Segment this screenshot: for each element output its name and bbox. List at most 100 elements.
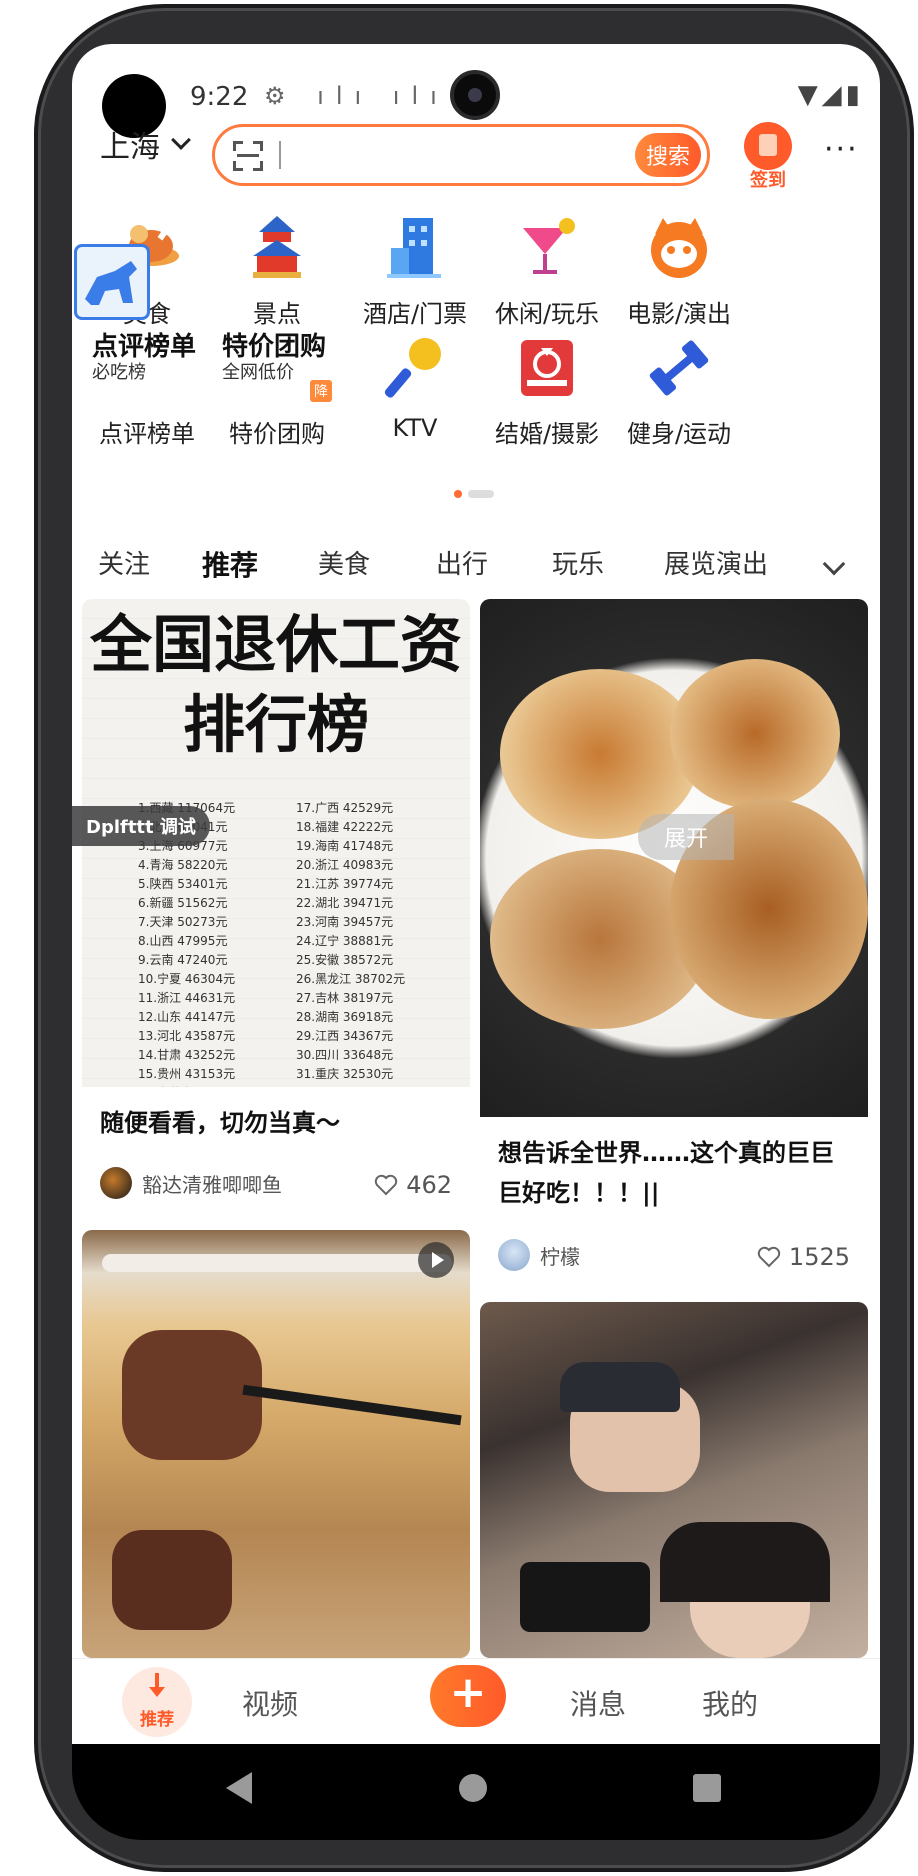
hotel-building-icon — [379, 212, 451, 284]
salary-list-item: 12.山东 44147元 — [138, 1010, 236, 1024]
category-rankings[interactable]: 点评榜单 必吃榜 点评榜单 — [72, 332, 222, 449]
category-pager — [454, 490, 494, 498]
tab-travel[interactable]: 出行 — [436, 544, 488, 581]
debug-overlay-label[interactable]: Dplfttt 调试 — [72, 806, 210, 846]
tab-fun[interactable]: 玩乐 — [552, 544, 604, 581]
publish-plus-button[interactable]: + — [430, 1665, 506, 1727]
salary-list-item: 24.辽宁 38881元 — [296, 934, 394, 948]
tab-food[interactable]: 美食 — [318, 544, 370, 581]
bull-icon — [85, 261, 137, 305]
status-signal-battery-icons: ▼◢▮ — [797, 80, 864, 110]
salary-list-item: 31.重庆 32530元 — [296, 1067, 394, 1081]
city-selector[interactable]: 上海 — [100, 116, 191, 172]
salary-list-item: 17.广西 42529元 — [296, 801, 394, 815]
tab-me[interactable]: 我的 — [702, 1683, 758, 1723]
checkin-label: 签到 — [750, 170, 786, 191]
salary-list-item: 4.青海 58220元 — [138, 858, 228, 872]
tab-video[interactable]: 视频 — [242, 1683, 298, 1723]
author-name: 豁达清雅唧唧鱼 — [142, 1172, 282, 1197]
front-camera — [450, 70, 500, 120]
feed-tabs: 关注 推荐 美食 出行 玩乐 展览演出 — [72, 534, 880, 594]
back-icon[interactable] — [226, 1772, 252, 1804]
category-label: KTV — [392, 414, 438, 442]
avatar — [498, 1239, 530, 1271]
expand-button[interactable]: 展开 — [638, 814, 735, 860]
salary-list-item: 15.贵州 43153元 — [138, 1067, 236, 1081]
category-label: 休闲/玩乐 — [494, 300, 600, 328]
heart-icon — [374, 1174, 398, 1196]
more-menu-icon[interactable]: ··· — [824, 135, 859, 165]
card-title: 随便看看，切勿当真～ — [100, 1109, 340, 1137]
system-navigation-bar — [72, 1744, 880, 1840]
salary-list-item: 21.江苏 39774元 — [296, 877, 394, 891]
feed-card[interactable] — [82, 1230, 470, 1658]
salary-list-item: 7.天津 50273元 — [138, 915, 228, 929]
tab-label: 推荐 — [140, 1710, 174, 1730]
salary-list-item: 18.福建 42222元 — [296, 820, 394, 834]
cap — [560, 1362, 680, 1412]
recent-apps-icon[interactable] — [693, 1774, 721, 1802]
like-count[interactable]: 1525 — [757, 1243, 850, 1271]
card-image-photo-shoot — [480, 1302, 868, 1658]
checkin-button[interactable]: 签到 — [738, 122, 798, 192]
like-number: 462 — [406, 1171, 452, 1199]
salary-list-item: 11.浙江 44631元 — [138, 991, 236, 1005]
cocktail-icon — [511, 212, 583, 284]
search-cursor — [279, 141, 281, 169]
feed-card[interactable]: 想告诉全世界……这个真的巨巨巨好吃！！！|| 柠檬 1525 — [480, 599, 868, 1291]
category-fitness[interactable]: 健身/运动 — [604, 332, 754, 449]
tab-messages[interactable]: 消息 — [570, 1683, 626, 1723]
category-label: 电影/演出 — [626, 300, 732, 328]
tab-home-recommend[interactable]: 推荐 — [122, 1667, 192, 1737]
author-name: 柠檬 — [540, 1244, 580, 1269]
floating-debug-widget[interactable] — [74, 244, 150, 320]
image-handwritten-title: 全国退休工资 排行榜 — [89, 608, 462, 761]
salary-list-item: 19.海南 41748元 — [296, 839, 394, 853]
home-icon[interactable] — [459, 1774, 487, 1802]
hair — [660, 1522, 830, 1602]
tab-recommend[interactable]: 推荐 — [202, 544, 259, 590]
salary-list-item: 8.山西 47995元 — [138, 934, 228, 948]
red-envelope-icon — [744, 122, 792, 170]
salary-list-item: 9.云南 47240元 — [138, 953, 228, 967]
search-button[interactable]: 搜索 — [635, 133, 701, 177]
tab-follow[interactable]: 关注 — [98, 544, 150, 581]
category-label: 点评榜单 — [99, 420, 195, 448]
salary-list-item: 14.甘肃 43252元 — [138, 1048, 236, 1062]
tab-expand-chevron-icon[interactable] — [822, 552, 846, 576]
feed-card[interactable]: 全国退休工资 排行榜 1.西藏 117064元2.北京 65041元3.上海 6… — [82, 599, 470, 1219]
category-group-deals[interactable]: 特价团购 全网低价 降 特价团购 — [202, 332, 352, 449]
card-author[interactable]: 柠檬 — [498, 1239, 580, 1271]
like-count[interactable]: 462 — [374, 1171, 452, 1199]
category-ktv[interactable]: KTV — [340, 332, 490, 442]
like-number: 1525 — [788, 1243, 850, 1271]
temple-icon — [241, 212, 313, 284]
category-movies[interactable]: 电影/演出 — [604, 212, 754, 329]
group-deals-logo: 特价团购 全网低价 降 — [222, 332, 332, 404]
category-label: 健身/运动 — [626, 420, 732, 448]
price-drop-badge: 降 — [310, 380, 332, 402]
search-bar[interactable]: 搜索 — [212, 124, 710, 186]
feed-card[interactable] — [480, 1302, 868, 1658]
card-author[interactable]: 豁达清雅唧唧鱼 — [100, 1167, 282, 1199]
group-deals-logo-main: 特价团购 — [222, 332, 327, 362]
category-attractions[interactable]: 景点 — [202, 212, 352, 329]
scan-icon[interactable] — [233, 141, 263, 171]
salary-list-item: 29.江西 34367元 — [296, 1029, 394, 1043]
salary-list-item: 25.安徽 38572元 — [296, 953, 394, 967]
arrow-down-icon — [149, 1673, 165, 1697]
salary-list-item: 27.吉林 38197元 — [296, 991, 394, 1005]
salary-list-item: 22.湖北 39471元 — [296, 896, 394, 910]
tab-exhibitions[interactable]: 展览演出 — [664, 544, 768, 581]
rankings-logo: 点评榜单 必吃榜 — [92, 332, 202, 404]
category-hotel[interactable]: 酒店/门票 — [340, 212, 490, 329]
ring-box-icon — [511, 332, 583, 404]
category-leisure[interactable]: 休闲/玩乐 — [472, 212, 622, 329]
category-wedding[interactable]: 结婚/摄影 — [472, 332, 622, 449]
salary-list-item: 10.宁夏 46304元 — [138, 972, 236, 986]
heart-icon — [757, 1246, 781, 1268]
card-title: 想告诉全世界……这个真的巨巨巨好吃！！！|| — [498, 1139, 834, 1207]
app-screen: 9:22 ⚙ ılı ılı D ▼◢▮ 上海 搜索 签到 ··· 美食 景点 … — [72, 44, 880, 1744]
video-play-icon[interactable] — [418, 1242, 454, 1278]
category-label: 酒店/门票 — [362, 300, 468, 328]
